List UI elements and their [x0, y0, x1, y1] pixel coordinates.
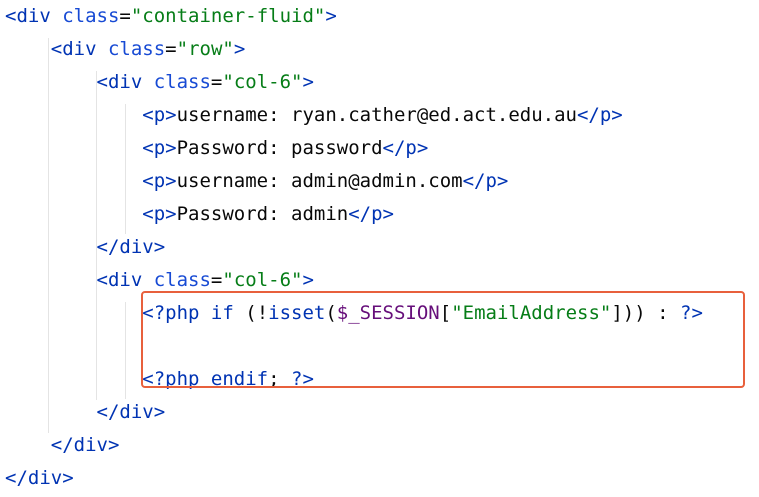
code-token: >: [302, 269, 314, 291]
code-token: </p>: [576, 104, 623, 126]
code-token: Password: admin: [176, 203, 349, 225]
code-token: <p>: [142, 137, 177, 159]
code-line[interactable]: </div>: [5, 231, 166, 264]
code-token: </div>: [96, 401, 166, 423]
code-token: >: [302, 71, 314, 93]
code-token: =: [210, 71, 223, 93]
code-token: <div: [96, 269, 154, 291]
code-token: =: [210, 269, 223, 291]
code-token: username: admin@admin.com: [176, 170, 463, 192]
code-token: >: [325, 5, 337, 27]
code-token: =: [165, 38, 177, 60]
code-token: </div>: [50, 434, 120, 456]
code-token: >: [233, 38, 246, 60]
code-token: <div: [5, 5, 63, 27]
code-editor[interactable]: <div class="container-fluid"> <div class…: [0, 0, 759, 497]
code-token: <div: [50, 38, 108, 60]
code-token: </p>: [382, 137, 429, 159]
code-token: class: [62, 5, 120, 27]
code-line[interactable]: <div class="container-fluid">: [5, 0, 337, 33]
code-line[interactable]: </div>: [5, 429, 120, 462]
code-token: username: ryan.cather@ed.act.edu.au: [176, 104, 577, 126]
code-line[interactable]: <div class="row">: [5, 33, 246, 66]
code-token: class: [107, 38, 166, 60]
code-line[interactable]: <p>username: admin@admin.com</p>: [5, 165, 508, 198]
code-token: <div: [96, 71, 154, 93]
code-token: class: [153, 269, 211, 291]
code-line[interactable]: <p>Password: password</p>: [5, 132, 428, 165]
code-line[interactable]: <p>username: ryan.cather@ed.act.edu.au</…: [5, 99, 623, 132]
code-token: </div>: [96, 236, 166, 258]
code-token: </p>: [462, 170, 509, 192]
code-token: =: [119, 5, 131, 27]
code-line[interactable]: <div class="col-6">: [5, 66, 314, 99]
code-line[interactable]: </div>: [5, 396, 166, 429]
code-token: class: [153, 71, 211, 93]
code-token: Password: password: [176, 137, 383, 159]
code-token: </p>: [348, 203, 394, 225]
code-token: "col-6": [222, 269, 303, 291]
code-token: "container-fluid": [130, 5, 326, 27]
code-line[interactable]: <p>Password: admin</p>: [5, 198, 394, 231]
code-line[interactable]: </div>: [5, 462, 74, 495]
code-token: "col-6": [222, 71, 303, 93]
php-block-highlight: [141, 291, 745, 388]
code-token: </div>: [5, 467, 74, 489]
code-token: <p>: [142, 203, 177, 225]
code-token: <p>: [142, 170, 177, 192]
code-token: "row": [176, 38, 234, 60]
code-token: <p>: [142, 104, 177, 126]
